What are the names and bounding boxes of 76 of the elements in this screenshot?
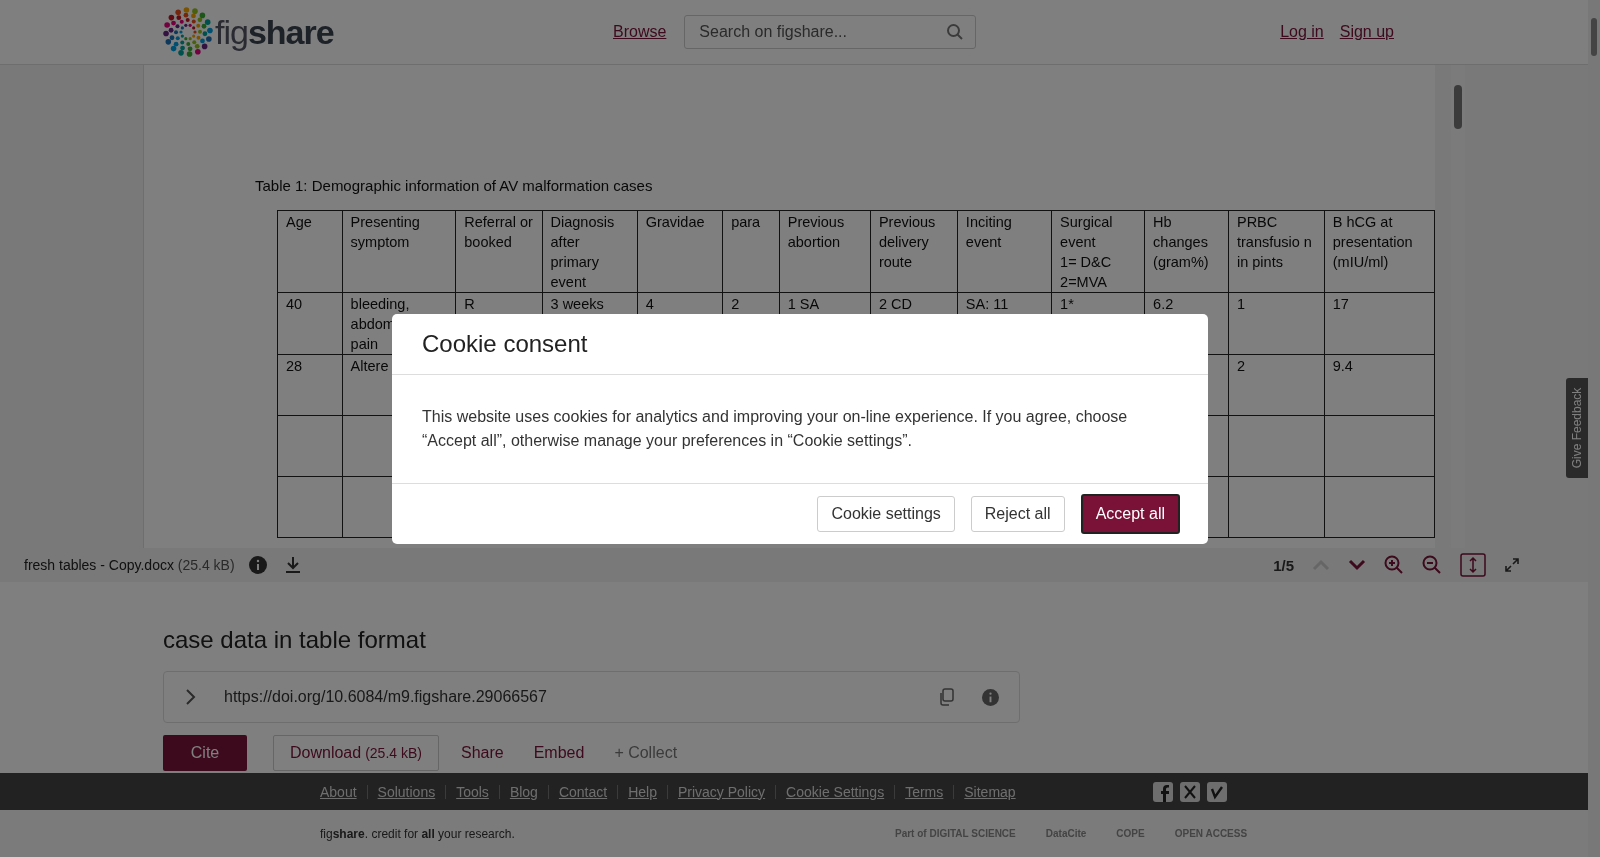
- copy-icon[interactable]: [938, 688, 954, 706]
- dialog-button[interactable]: Cookie settings: [817, 496, 955, 532]
- page-counter: 1/5: [1273, 556, 1294, 574]
- dialog-text: This website uses cookies for analytics and improving your on-line experience. If you agree, choose “Accept all”, otherwise manage your preferences in “Cookie settings”.: [422, 407, 1129, 451]
- page-scrollbar[interactable]: [1588, 0, 1600, 857]
- cite-button[interactable]: Cite: [163, 735, 247, 771]
- table-cell: 40: [286, 296, 303, 312]
- accept-button[interactable]: Accept all: [1080, 494, 1180, 534]
- table-cell: 2: [731, 296, 740, 312]
- facebook-icon[interactable]: [1152, 781, 1173, 802]
- column-header: Age: [277, 210, 343, 293]
- column-header: Inciting event: [957, 210, 1052, 293]
- column-header: Previous abortion: [779, 210, 871, 293]
- auth-link[interactable]: Log in: [1280, 23, 1324, 41]
- table-cell: 9.4: [1332, 358, 1353, 374]
- dialog-button[interactable]: Reject all: [970, 496, 1065, 532]
- column-header: Hb changes (gram%): [1144, 210, 1229, 293]
- chevron-right-icon[interactable]: [184, 688, 196, 706]
- table-cell: 1: [1236, 296, 1246, 312]
- zoom-out-icon[interactable]: [1422, 555, 1442, 575]
- action-link[interactable]: + Collect: [606, 735, 686, 771]
- table-cell: Altere: [350, 358, 389, 374]
- column-header: Surgical event 1= D&C 2=MVA: [1051, 210, 1145, 293]
- footer-link[interactable]: About: [320, 783, 357, 800]
- table-cell: 3 weeks: [550, 296, 604, 312]
- chevron-down-icon[interactable]: [1348, 559, 1366, 571]
- article-title: case data in table format: [163, 626, 427, 654]
- logo-text[interactable]: figshare: [215, 12, 334, 52]
- action-link[interactable]: Embed: [525, 735, 593, 771]
- table-cell: 1 SA: [787, 296, 820, 312]
- footer-link[interactable]: Blog: [509, 783, 538, 800]
- footer-link[interactable]: Cookie Settings: [786, 783, 885, 800]
- table-cell: 2: [1236, 358, 1246, 374]
- search-icon[interactable]: [946, 23, 965, 41]
- footer-link[interactable]: Solutions: [377, 783, 436, 800]
- browse-link[interactable]: Browse: [613, 23, 667, 41]
- table-cell: 4: [645, 296, 654, 312]
- column-header: Presenting symptom: [342, 210, 456, 293]
- table-cell: R: [464, 296, 475, 312]
- table-cell: SA: 11: [965, 296, 1009, 312]
- logo-icon: [163, 7, 213, 57]
- auth-link[interactable]: Sign up: [1339, 23, 1394, 41]
- column-header: Previous delivery route: [870, 210, 958, 293]
- footer-link[interactable]: Privacy Policy: [677, 783, 766, 800]
- table-cell: 17: [1332, 296, 1349, 312]
- dialog-title: Cookie consent: [422, 330, 588, 358]
- feedback-tab[interactable]: Give Feedback: [1566, 378, 1588, 478]
- fullscreen-icon[interactable]: [1504, 557, 1520, 573]
- table-cell: 6.2: [1153, 296, 1174, 312]
- footer-link[interactable]: Help: [628, 783, 657, 800]
- table-caption: Table 1: Demographic information of AV malformation cases: [255, 177, 654, 194]
- table-cell: 28: [286, 358, 303, 374]
- table-cell: 1*: [1060, 296, 1074, 312]
- column-header: Referral or booked: [455, 210, 543, 293]
- download-icon[interactable]: [284, 556, 301, 574]
- action-link[interactable]: Share: [452, 735, 512, 771]
- footer-link[interactable]: Tools: [456, 783, 489, 800]
- column-header: B hCG at presentation (mIU/ml): [1324, 210, 1435, 293]
- doi-link[interactable]: https://doi.org/10.6084/m9.figshare.29066567: [224, 688, 910, 706]
- zoom-in-icon[interactable]: [1384, 555, 1404, 575]
- footer-link[interactable]: Terms: [905, 783, 944, 800]
- x-icon[interactable]: [1179, 781, 1200, 802]
- info-icon[interactable]: [248, 556, 267, 574]
- column-header: Gravidae: [637, 210, 723, 293]
- search-field[interactable]: Search on figshare...: [684, 15, 977, 49]
- footer-link[interactable]: Sitemap: [964, 783, 1016, 800]
- column-header: Diagnosis after primary event: [542, 210, 638, 293]
- file-name: fresh tables - Copy.docx (25.4 kB): [24, 557, 235, 573]
- column-header: PRBC transfusio n in pints: [1228, 210, 1325, 293]
- table-cell: 2 CD: [878, 296, 912, 312]
- footer-link[interactable]: Contact: [558, 783, 608, 800]
- fit-height-icon[interactable]: [1460, 553, 1486, 577]
- column-header: para: [722, 210, 780, 293]
- tagline: figshare. credit for all your research.: [320, 826, 516, 841]
- download-button[interactable]: Download (25.4 kB): [273, 735, 439, 771]
- info-icon[interactable]: [982, 688, 999, 706]
